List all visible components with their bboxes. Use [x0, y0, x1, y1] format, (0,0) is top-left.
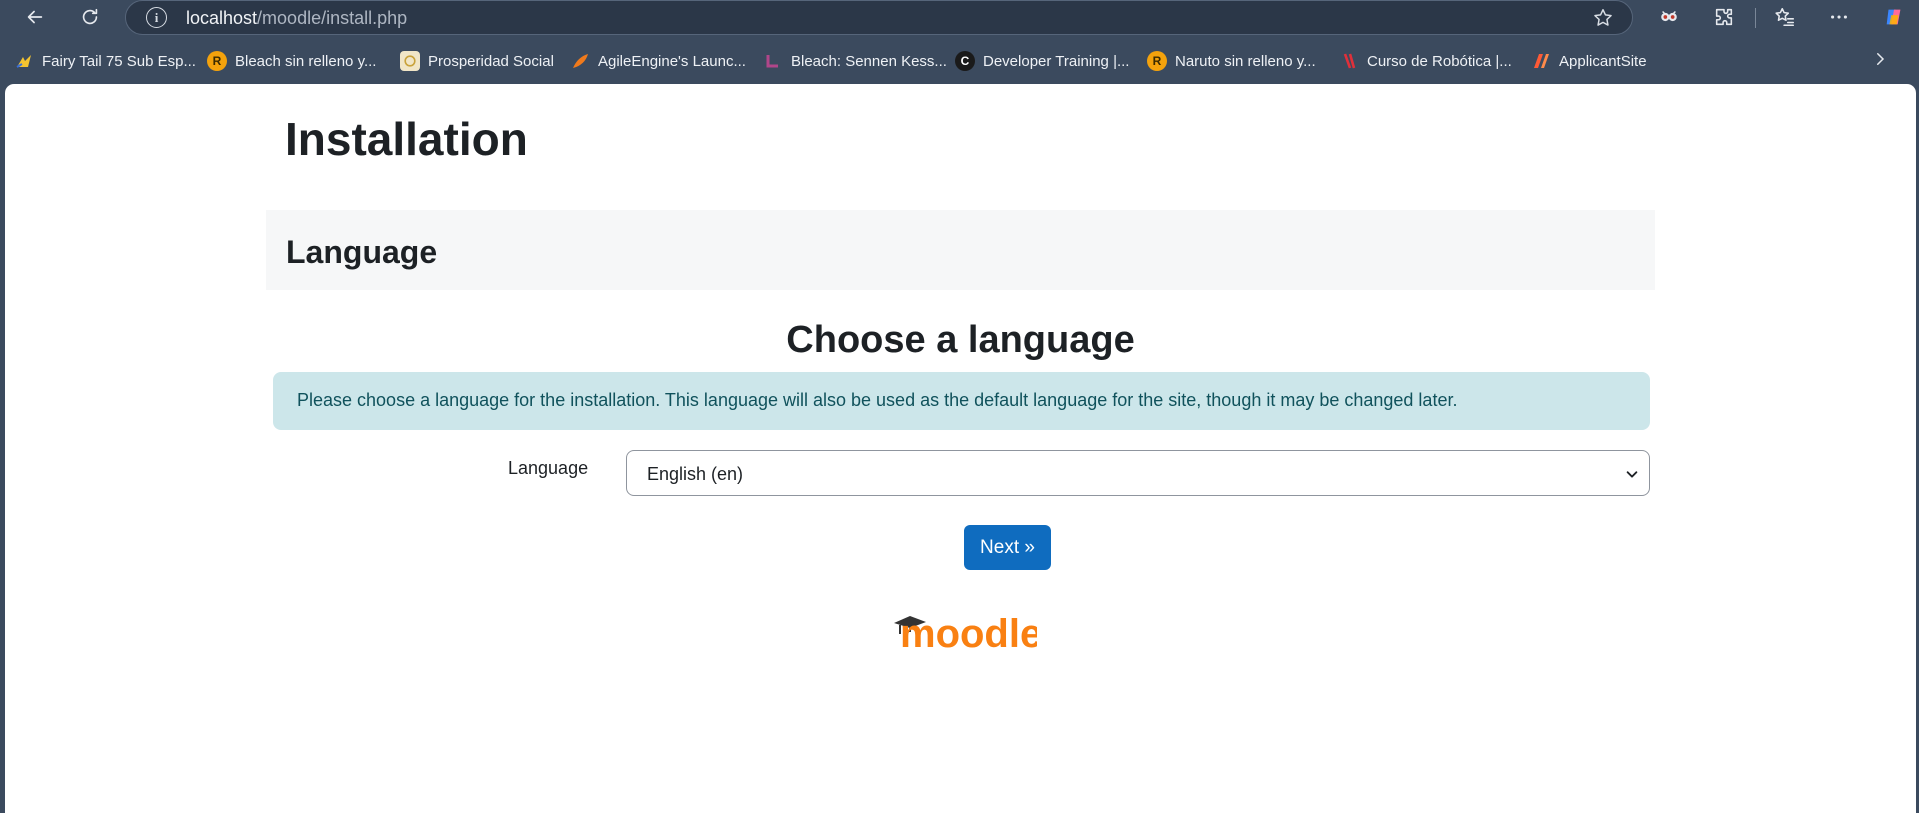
bookmark-naruto[interactable]: R Naruto sin relleno y... [1147, 46, 1316, 76]
moodle-logo: moodle [892, 608, 1042, 656]
browser-toolbar: i localhost/moodle/install.php [0, 0, 1919, 36]
copilot-icon[interactable] [1876, 0, 1912, 34]
extensions-puzzle-icon[interactable] [1706, 0, 1742, 34]
bookmark-developer-training[interactable]: C Developer Training |... [955, 46, 1129, 76]
bookmark-applicantsite[interactable]: ApplicantSite [1531, 46, 1647, 76]
r-circle-icon: R [1147, 51, 1167, 71]
r-circle-icon: R [207, 51, 227, 71]
fairy-tail-icon [14, 51, 34, 71]
bookmark-label: Prosperidad Social [428, 52, 554, 70]
section-title: Language [286, 234, 438, 270]
address-bar[interactable]: i localhost/moodle/install.php [125, 0, 1633, 35]
agileengine-icon [570, 51, 590, 71]
applicantsite-icon [1531, 51, 1551, 71]
section-header: Language [266, 210, 1655, 290]
next-button[interactable]: Next » [964, 525, 1051, 570]
toolbar-divider [1755, 8, 1756, 28]
bookmark-label: Bleach: Sennen Kess... [791, 52, 947, 70]
back-icon[interactable] [17, 0, 53, 34]
chevron-down-icon [1626, 471, 1638, 478]
bookmark-label: Fairy Tail 75 Sub Esp... [42, 52, 196, 70]
info-alert: Please choose a language for the install… [273, 372, 1650, 430]
info-text: Please choose a language for the install… [297, 390, 1458, 410]
page-title: Installation [285, 113, 528, 165]
bookmark-fairy-tail[interactable]: Fairy Tail 75 Sub Esp... [14, 46, 196, 76]
url-host: localhost [186, 8, 258, 28]
extension-owl-icon[interactable] [1651, 0, 1687, 34]
language-select[interactable]: English (en) [626, 450, 1650, 496]
robotica-icon [1339, 51, 1359, 71]
more-menu-icon[interactable] [1821, 0, 1857, 34]
chevron-right-icon[interactable] [1871, 50, 1889, 72]
choose-language-heading: Choose a language [786, 319, 1135, 361]
bookmark-bleach-sennen[interactable]: Bleach: Sennen Kess... [763, 46, 947, 76]
favorite-star-icon[interactable] [1592, 7, 1614, 29]
bookmark-label: Naruto sin relleno y... [1175, 52, 1316, 70]
refresh-icon[interactable] [72, 0, 108, 34]
language-select-value: English (en) [647, 464, 744, 484]
language-label: Language [508, 458, 589, 478]
bookmark-bleach[interactable]: R Bleach sin relleno y... [207, 46, 376, 76]
bookmark-label: AgileEngine's Launc... [598, 52, 746, 70]
bookmark-prosperidad-social[interactable]: Prosperidad Social [400, 46, 554, 76]
url-path: /moodle/install.php [257, 8, 408, 28]
bookmark-label: Developer Training |... [983, 52, 1130, 70]
bookmark-label: Curso de Robótica |... [1367, 52, 1512, 70]
bleach-icon [763, 51, 783, 71]
bookmark-label: ApplicantSite [1559, 52, 1647, 70]
url-text[interactable]: localhost/moodle/install.php [186, 7, 407, 29]
bookmark-label: Bleach sin relleno y... [235, 52, 377, 70]
page-viewport: Installation Language Choose a language … [5, 84, 1916, 813]
bookmarks-bar: Fairy Tail 75 Sub Esp... R Bleach sin re… [0, 46, 1919, 76]
logo-text: moodle [900, 612, 1037, 654]
site-info-icon[interactable]: i [146, 7, 167, 28]
c-icon: C [955, 51, 975, 71]
bookmark-agileengine[interactable]: AgileEngine's Launc... [570, 46, 746, 76]
prosperidad-icon [400, 51, 420, 71]
bookmark-curso-robotica[interactable]: Curso de Robótica |... [1339, 46, 1512, 76]
favorites-list-icon[interactable] [1767, 0, 1803, 34]
